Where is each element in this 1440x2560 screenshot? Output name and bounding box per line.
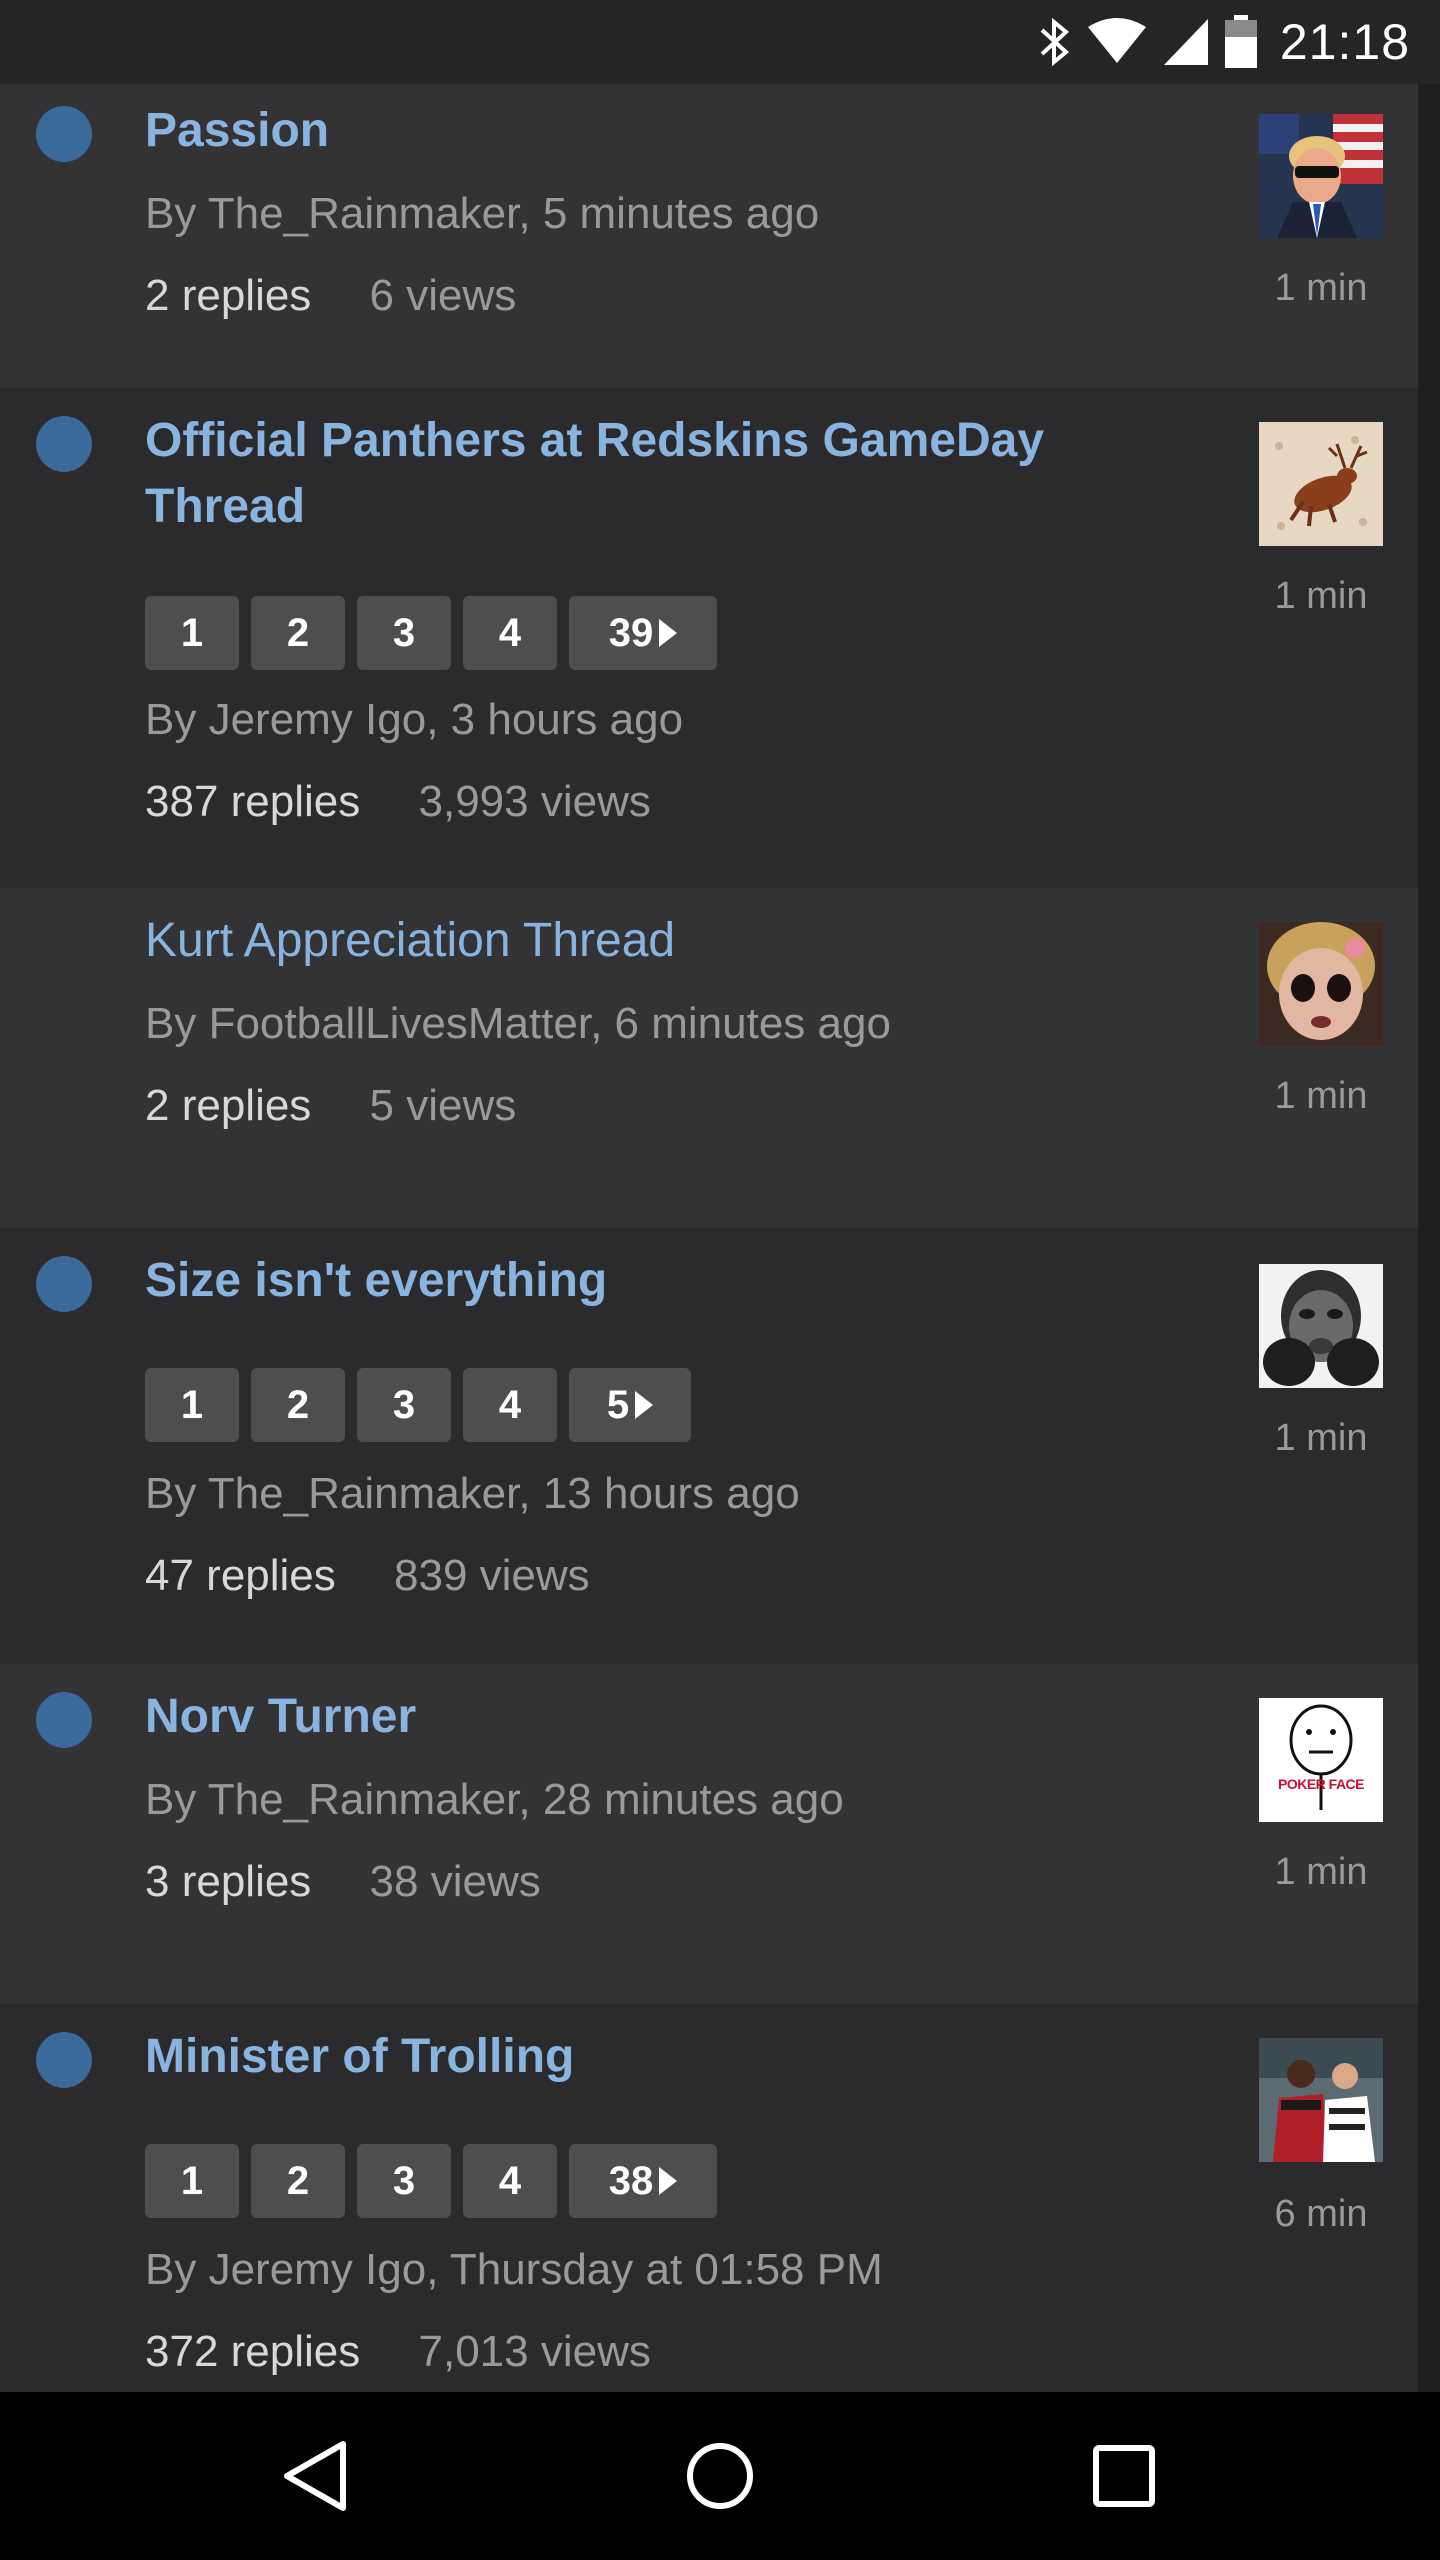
pagination: 1 2 3 4 39 (145, 596, 717, 670)
last-reply-age: 1 min (1274, 575, 1368, 617)
poker-face-caption: POKER FACE (1277, 1776, 1365, 1792)
topic-stats: 387 replies 3,993 views (145, 774, 651, 830)
unread-indicator (36, 1692, 92, 1748)
topic-title-link[interactable]: Official Panthers at Redskins GameDay Th… (145, 408, 1145, 540)
unread-indicator (36, 106, 92, 162)
topic-row[interactable]: Minister of Trolling 1 2 3 4 38 By Jerem… (0, 2004, 1418, 2392)
topic-title-link[interactable]: Norv Turner (145, 1684, 1145, 1750)
reply-count: 47 replies (145, 1551, 336, 1600)
view-count: 6 views (369, 271, 517, 320)
topic-title-link[interactable]: Passion (145, 98, 1145, 164)
scrollbar[interactable] (1418, 84, 1440, 2392)
trump-sunglasses-avatar[interactable] (1259, 114, 1383, 238)
topic-stats: 47 replies 839 views (145, 1548, 590, 1604)
view-count: 3,993 views (418, 777, 651, 826)
topic-stats: 3 replies 38 views (145, 1854, 541, 1910)
unread-indicator (36, 2032, 92, 2088)
last-page-button[interactable]: 39 (569, 596, 717, 670)
page-button-1[interactable]: 1 (145, 1368, 239, 1442)
pagination: 1 2 3 4 38 (145, 2144, 717, 2218)
topic-list: Passion By The_Rainmaker, 5 minutes ago … (0, 84, 1418, 2392)
topic-byline: By Jeremy Igo, 3 hours ago (145, 695, 684, 744)
cell-signal-icon (1162, 17, 1210, 67)
last-reply-age: 1 min (1274, 1417, 1368, 1459)
view-count: 839 views (394, 1551, 590, 1600)
reply-count: 372 replies (145, 2327, 361, 2376)
page-button-2[interactable]: 2 (251, 596, 345, 670)
status-icons (1038, 14, 1258, 70)
topic-row[interactable]: Size isn't everything 1 2 3 4 5 By The_R… (0, 1228, 1418, 1664)
battery-icon (1224, 15, 1258, 69)
topic-stats: 2 replies 6 views (145, 268, 516, 324)
last-reply-age: 6 min (1274, 2193, 1368, 2235)
deer-avatar[interactable] (1259, 422, 1383, 546)
recents-icon[interactable] (1082, 2434, 1166, 2518)
topic-stats: 372 replies 7,013 views (145, 2324, 651, 2380)
poker-face-avatar[interactable]: POKER FACE (1259, 1698, 1383, 1822)
last-reply-age: 1 min (1274, 1851, 1368, 1893)
topic-byline: By The_Rainmaker, 13 hours ago (145, 1469, 800, 1518)
page-button-3[interactable]: 3 (357, 2144, 451, 2218)
topic-row[interactable]: Norv Turner By The_Rainmaker, 28 minutes… (0, 1664, 1418, 2004)
home-icon[interactable] (678, 2434, 762, 2518)
page-button-4[interactable]: 4 (463, 596, 557, 670)
page-button-1[interactable]: 1 (145, 596, 239, 670)
boxer-avatar[interactable] (1259, 1264, 1383, 1388)
bluetooth-icon (1038, 16, 1072, 68)
unread-indicator (36, 416, 92, 472)
view-count: 38 views (369, 1857, 541, 1906)
reply-count: 3 replies (145, 1857, 312, 1906)
football-players-avatar[interactable] (1259, 2038, 1383, 2162)
topic-byline: By The_Rainmaker, 28 minutes ago (145, 1775, 844, 1824)
page-button-3[interactable]: 3 (357, 1368, 451, 1442)
creepy-doll-avatar[interactable] (1259, 922, 1383, 1046)
status-bar: 21:18 (0, 0, 1440, 84)
back-icon[interactable] (274, 2434, 358, 2518)
last-page-button[interactable]: 38 (569, 2144, 717, 2218)
page-button-4[interactable]: 4 (463, 1368, 557, 1442)
page-button-4[interactable]: 4 (463, 2144, 557, 2218)
play-arrow-icon (635, 1391, 654, 1419)
play-arrow-icon (659, 619, 678, 647)
topic-stats: 2 replies 5 views (145, 1078, 516, 1134)
last-page-label: 39 (608, 610, 654, 655)
topic-row[interactable]: Passion By The_Rainmaker, 5 minutes ago … (0, 84, 1418, 388)
reply-count: 2 replies (145, 271, 312, 320)
page-button-2[interactable]: 2 (251, 2144, 345, 2218)
reply-count: 2 replies (145, 1081, 312, 1130)
navigation-bar (0, 2392, 1440, 2560)
reply-count: 387 replies (145, 777, 361, 826)
topic-row[interactable]: Kurt Appreciation Thread By FootballLive… (0, 888, 1418, 1228)
wifi-icon (1086, 17, 1148, 67)
clock: 21:18 (1279, 14, 1410, 70)
play-arrow-icon (659, 2167, 678, 2195)
topic-byline: By FootballLivesMatter, 6 minutes ago (145, 999, 891, 1048)
last-reply-age: 1 min (1274, 267, 1368, 309)
last-page-label: 5 (606, 1382, 630, 1427)
unread-indicator (36, 1256, 92, 1312)
last-page-button[interactable]: 5 (569, 1368, 691, 1442)
topic-row[interactable]: Official Panthers at Redskins GameDay Th… (0, 388, 1418, 888)
last-reply-age: 1 min (1274, 1075, 1368, 1117)
poker-face-image (1289, 1704, 1353, 1810)
page-button-1[interactable]: 1 (145, 2144, 239, 2218)
last-page-label: 38 (608, 2158, 654, 2203)
topic-byline: By Jeremy Igo, Thursday at 01:58 PM (145, 2245, 883, 2294)
topic-title-link[interactable]: Kurt Appreciation Thread (145, 908, 1145, 974)
topic-title-link[interactable]: Minister of Trolling (145, 2024, 1145, 2090)
pagination: 1 2 3 4 5 (145, 1368, 691, 1442)
view-count: 7,013 views (418, 2327, 651, 2376)
view-count: 5 views (369, 1081, 517, 1130)
page-button-2[interactable]: 2 (251, 1368, 345, 1442)
page-button-3[interactable]: 3 (357, 596, 451, 670)
topic-byline: By The_Rainmaker, 5 minutes ago (145, 189, 820, 238)
topic-title-link[interactable]: Size isn't everything (145, 1248, 1145, 1314)
